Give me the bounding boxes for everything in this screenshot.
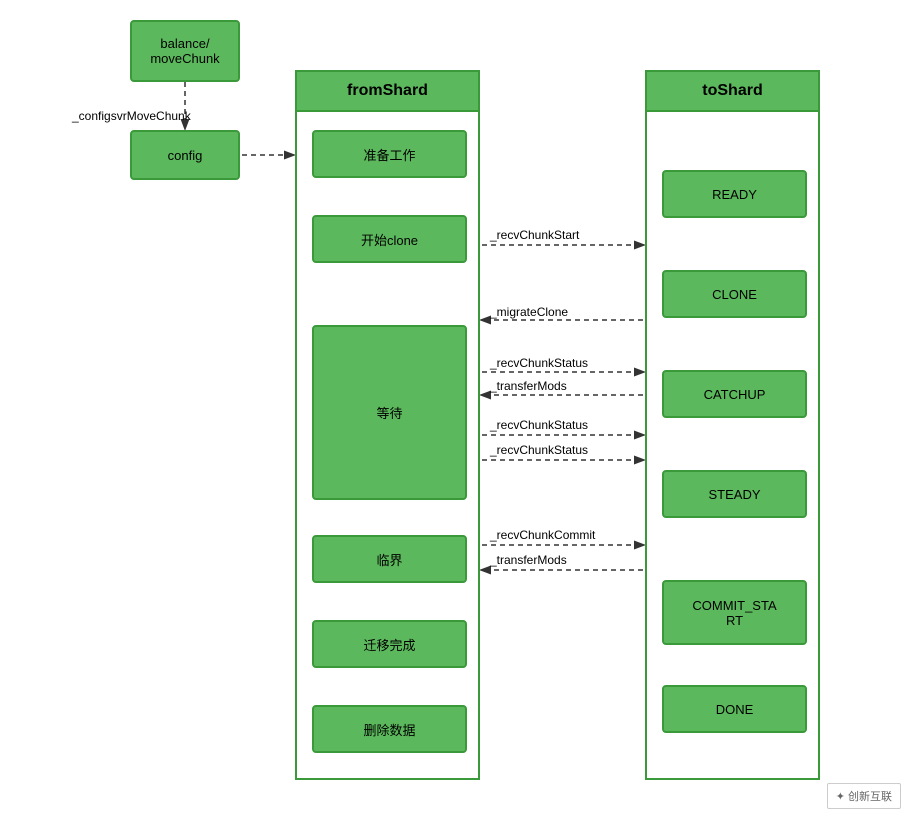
to-step-commit-start: COMMIT_START — [662, 580, 807, 645]
diagram-container: balance/moveChunk _configsvrMoveChunk co… — [0, 0, 911, 819]
from-shard-column: fromShard 准备工作 开始clone 等待 临界 迁移完成 删除数据 — [295, 70, 480, 780]
watermark: ✦ 创新互联 — [827, 783, 901, 809]
from-step-wait: 等待 — [312, 325, 467, 500]
from-step-prepare: 准备工作 — [312, 130, 467, 178]
msg-recv-chunk-commit: _recvChunkCommit — [490, 528, 595, 542]
msg-recv-chunk-status-3: _recvChunkStatus — [490, 443, 588, 457]
msg-transfer-mods-2: _transferMods — [490, 553, 567, 567]
msg-migrate-clone: _migrateClone — [490, 305, 568, 319]
from-step-delete: 删除数据 — [312, 705, 467, 753]
to-step-clone: CLONE — [662, 270, 807, 318]
to-shard-header: toShard — [647, 72, 818, 112]
from-step-migrate-done: 迁移完成 — [312, 620, 467, 668]
watermark-box: ✦ 创新互联 — [827, 783, 901, 809]
msg-recv-chunk-start: _recvChunkStart — [490, 228, 579, 242]
msg-transfer-mods-1: _transferMods — [490, 379, 567, 393]
to-step-steady: STEADY — [662, 470, 807, 518]
balance-movechunk-box: balance/moveChunk — [130, 20, 240, 82]
to-step-ready: READY — [662, 170, 807, 218]
to-shard-column: toShard READY CLONE CATCHUP STEADY COMMI… — [645, 70, 820, 780]
from-step-critical: 临界 — [312, 535, 467, 583]
config-box: config — [130, 130, 240, 180]
to-step-catchup: CATCHUP — [662, 370, 807, 418]
from-shard-header: fromShard — [297, 72, 478, 112]
msg-recv-chunk-status-1: _recvChunkStatus — [490, 356, 588, 370]
to-step-done: DONE — [662, 685, 807, 733]
msg-recv-chunk-status-2: _recvChunkStatus — [490, 418, 588, 432]
from-step-clone-start: 开始clone — [312, 215, 467, 263]
configsvr-label: _configsvrMoveChunk — [72, 109, 191, 123]
